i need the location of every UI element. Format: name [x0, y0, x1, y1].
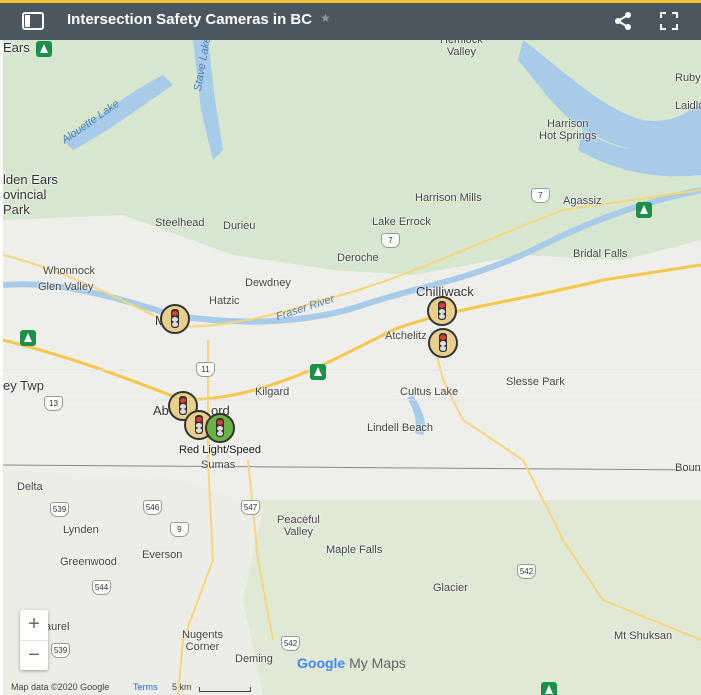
share-icon[interactable]: [612, 10, 634, 32]
place-lindell-beach: Lindell Beach: [367, 422, 434, 434]
highway-shield: 547: [241, 500, 260, 515]
traffic-light-icon: [179, 396, 187, 415]
place-hemlock-valley: Hemlock Valley: [440, 40, 483, 58]
place-laurel: aurel: [45, 621, 70, 633]
google-logo-text: Google: [297, 655, 346, 671]
traffic-light-icon: [171, 309, 179, 328]
place-delta: Delta: [17, 481, 43, 493]
place-maple-falls: Maple Falls: [326, 544, 383, 556]
place-golden-ears-park: lden Ears ovincial Park: [3, 172, 58, 217]
highway-shield: 542: [517, 564, 536, 579]
place-deming: Deming: [235, 653, 273, 665]
place-harrison-hot-springs: Harrison Hot Springs: [539, 118, 597, 142]
place-durieu: Durieu: [223, 220, 256, 232]
traffic-light-icon: [439, 333, 447, 352]
place-atchelitz: Atchelitz: [385, 330, 427, 342]
place-greenwood: Greenwood: [60, 556, 117, 568]
park-icon: [20, 330, 36, 346]
place-ruby: Ruby: [675, 72, 701, 84]
sidebar-toggle-icon[interactable]: [22, 11, 44, 31]
place-steelhead: Steelhead: [155, 217, 205, 229]
scale-label: 5 km: [172, 682, 192, 692]
camera-marker[interactable]: [428, 328, 458, 358]
highway-shield: 542: [281, 636, 300, 651]
camera-marker[interactable]: [160, 304, 190, 334]
map-data-credit: Map data ©2020 Google: [11, 682, 110, 692]
place-dewdney: Dewdney: [245, 277, 291, 289]
place-harrison-mills: Harrison Mills: [415, 192, 482, 204]
park-icon: [36, 41, 52, 57]
zoom-out-button[interactable]: −: [20, 641, 48, 671]
google-my-maps-logo: Google My Maps: [297, 655, 406, 671]
traffic-light-icon: [438, 301, 446, 320]
place-agassiz: Agassiz: [563, 195, 602, 207]
map-viewer: Intersection Safety Cameras in BC ★ Ears…: [0, 0, 701, 695]
place-bridal-falls: Bridal Falls: [573, 248, 628, 260]
place-langley-twp: ey Twp: [3, 378, 44, 393]
place-ears: Ears: [3, 40, 30, 55]
park-icon: [310, 364, 326, 380]
highway-shield: 539: [51, 643, 70, 658]
marker-label: Red Light/Speed: [179, 444, 261, 456]
mymaps-logo-text: My Maps: [349, 655, 406, 671]
map-title: Intersection Safety Cameras in BC: [67, 11, 313, 28]
scale-bar: [199, 687, 251, 692]
place-laidlaw: Laidla: [675, 100, 701, 112]
camera-marker[interactable]: [427, 296, 457, 326]
place-slesse-park: Slesse Park: [506, 376, 565, 388]
fullscreen-icon[interactable]: [659, 11, 679, 31]
camera-marker-speed[interactable]: [205, 413, 235, 443]
highway-shield: 546: [143, 500, 162, 515]
highway-shield: 544: [92, 580, 111, 595]
place-nugents-corner: Nugents Corner: [182, 629, 223, 653]
highway-shield: 9: [170, 522, 189, 537]
zoom-control: + −: [20, 610, 48, 670]
place-mt-shuksan: Mt Shuksan: [614, 630, 673, 642]
place-glacier: Glacier: [433, 582, 468, 594]
header-bar: Intersection Safety Cameras in BC ★: [0, 3, 701, 40]
highway-shield: 13: [44, 396, 63, 411]
zoom-in-button[interactable]: +: [20, 610, 48, 641]
highway-shield: 7: [381, 233, 400, 248]
place-cultus-lake: Cultus Lake: [400, 386, 459, 398]
map-canvas[interactable]: Ears Alouette Lake Stave Lake Hemlock Va…: [3, 40, 701, 695]
place-peaceful-valley: Peaceful Valley: [277, 514, 320, 538]
place-deroche: Deroche: [337, 252, 379, 264]
place-everson: Everson: [142, 549, 183, 561]
place-abbotsford-a: Ab: [153, 403, 169, 418]
label-boundary: Boun: [675, 462, 701, 474]
terms-link[interactable]: Terms: [133, 682, 158, 692]
highway-shield: 7: [531, 188, 550, 203]
highway-shield: 11: [196, 362, 215, 377]
park-icon: [636, 202, 652, 218]
place-lake-errock: Lake Errock: [372, 216, 431, 228]
traffic-light-icon: [216, 418, 224, 437]
place-sumas: Sumas: [201, 459, 236, 471]
star-icon[interactable]: ★: [320, 11, 331, 25]
highway-shield: 539: [50, 502, 69, 517]
place-whonnock: Whonnock: [43, 265, 95, 277]
place-lynden: Lynden: [63, 524, 99, 536]
place-glen-valley: Glen Valley: [38, 281, 94, 293]
attribution-bar: Map data ©2020 Google Terms 5 km: [3, 679, 701, 695]
place-hatzic: Hatzic: [209, 295, 240, 307]
place-kilgard: Kilgard: [255, 386, 290, 398]
traffic-light-icon: [195, 415, 203, 434]
